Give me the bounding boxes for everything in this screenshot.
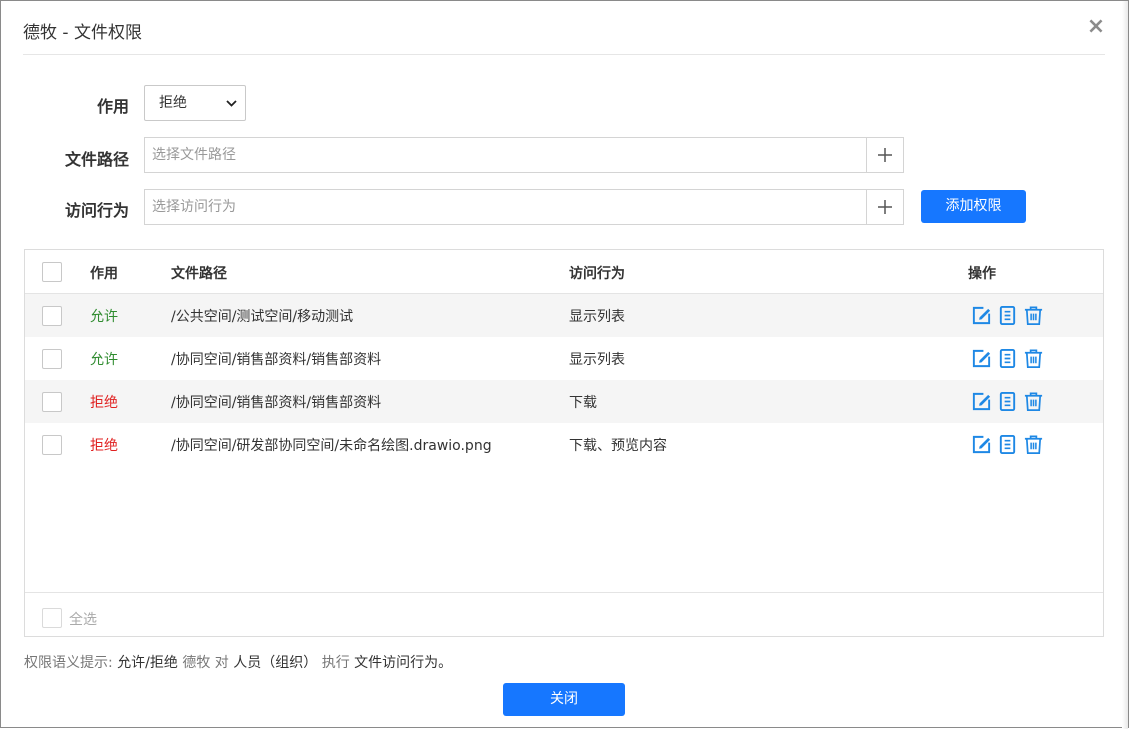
row-checkbox[interactable] — [42, 306, 62, 326]
row-path: /协同空间/销售部资料/销售部资料 — [171, 395, 382, 411]
hint-target: 人员（组织） — [233, 655, 318, 671]
plus-icon — [878, 200, 892, 214]
col-ops-header: 操作 — [968, 266, 996, 282]
table-row: 允许 /协同空间/销售部资料/销售部资料 显示列表 — [25, 337, 1103, 380]
select-all-checkbox[interactable] — [42, 608, 62, 628]
hint-subject: 德牧 — [182, 655, 211, 671]
plus-icon — [878, 148, 892, 162]
delete-icon[interactable] — [1023, 348, 1044, 369]
edit-icon[interactable] — [971, 434, 992, 455]
hint-effect: 允许/拒绝 — [117, 655, 178, 671]
row-path: /协同空间/销售部资料/销售部资料 — [171, 352, 382, 368]
dialog-title: 德牧 - 文件权限 — [23, 23, 142, 43]
row-effect: 拒绝 — [90, 438, 118, 454]
add-action-button[interactable] — [866, 189, 904, 225]
row-ops — [971, 391, 1044, 413]
delete-icon[interactable] — [1023, 434, 1044, 455]
hint-to: 对 — [214, 655, 229, 671]
row-action: 显示列表 — [569, 309, 625, 325]
row-ops — [971, 305, 1044, 327]
row-effect: 允许 — [90, 352, 118, 368]
table-row: 允许 /公共空间/测试空间/移动测试 显示列表 — [25, 294, 1103, 337]
table-row: 拒绝 /协同空间/销售部资料/销售部资料 下载 — [25, 380, 1103, 423]
row-action: 下载、预览内容 — [569, 438, 667, 454]
row-path: /公共空间/测试空间/移动测试 — [171, 309, 354, 325]
table-footer: 全选 — [25, 592, 1103, 636]
permission-hint: 权限语义提示: 允许/拒绝 德牧 对 人员（组织） 执行 文件访问行为。 — [24, 652, 452, 672]
col-action-header: 访问行为 — [569, 266, 625, 282]
hint-prefix: 权限语义提示: — [24, 655, 113, 671]
permission-table: 作用 文件路径 访问行为 操作 允许 /公共空间/测试空间/移动测试 显示列表 … — [24, 249, 1104, 637]
row-checkbox[interactable] — [42, 435, 62, 455]
header-checkbox[interactable] — [42, 262, 62, 282]
row-effect: 拒绝 — [90, 395, 118, 411]
delete-icon[interactable] — [1023, 305, 1044, 326]
action-input[interactable]: 选择访问行为 — [144, 189, 867, 225]
row-ops — [971, 434, 1044, 456]
detail-icon[interactable] — [997, 348, 1018, 369]
row-action: 显示列表 — [569, 352, 625, 368]
col-path-header: 文件路径 — [171, 266, 227, 282]
action-label: 访问行为 — [64, 201, 129, 220]
detail-icon[interactable] — [997, 391, 1018, 412]
permission-dialog: 德牧 - 文件权限 × 作用 拒绝 文件路径 选择文件路径 访问行为 选择访问行… — [0, 0, 1129, 729]
edit-icon[interactable] — [971, 348, 992, 369]
add-permission-button[interactable]: 添加权限 — [921, 190, 1026, 223]
title-divider — [23, 54, 1105, 55]
hint-action: 文件访问行为。 — [354, 655, 453, 671]
row-effect: 允许 — [90, 309, 118, 325]
delete-icon[interactable] — [1023, 391, 1044, 412]
detail-icon[interactable] — [997, 434, 1018, 455]
close-icon[interactable]: × — [1084, 13, 1108, 41]
path-input[interactable]: 选择文件路径 — [144, 137, 867, 173]
select-all-label: 全选 — [69, 612, 97, 628]
table-row: 拒绝 /协同空间/研发部协同空间/未命名绘图.drawio.png 下载、预览内… — [25, 423, 1103, 466]
chevron-down-icon — [225, 86, 237, 120]
row-path: /协同空间/研发部协同空间/未命名绘图.drawio.png — [171, 438, 492, 454]
row-ops — [971, 348, 1044, 370]
effect-select[interactable]: 拒绝 — [144, 85, 246, 121]
window-edge — [1122, 1, 1128, 729]
add-path-button[interactable] — [866, 137, 904, 173]
table-header: 作用 文件路径 访问行为 操作 — [25, 250, 1103, 294]
edit-icon[interactable] — [971, 305, 992, 326]
row-checkbox[interactable] — [42, 392, 62, 412]
close-button[interactable]: 关闭 — [503, 683, 625, 716]
effect-label: 作用 — [96, 97, 129, 116]
path-label: 文件路径 — [64, 150, 129, 169]
col-effect-header: 作用 — [90, 266, 118, 282]
row-action: 下载 — [569, 395, 597, 411]
effect-select-value: 拒绝 — [159, 95, 187, 111]
detail-icon[interactable] — [997, 305, 1018, 326]
hint-exec: 执行 — [321, 655, 350, 671]
edit-icon[interactable] — [971, 391, 992, 412]
dialog-title-bar: 德牧 - 文件权限 × — [1, 1, 1128, 55]
row-checkbox[interactable] — [42, 349, 62, 369]
